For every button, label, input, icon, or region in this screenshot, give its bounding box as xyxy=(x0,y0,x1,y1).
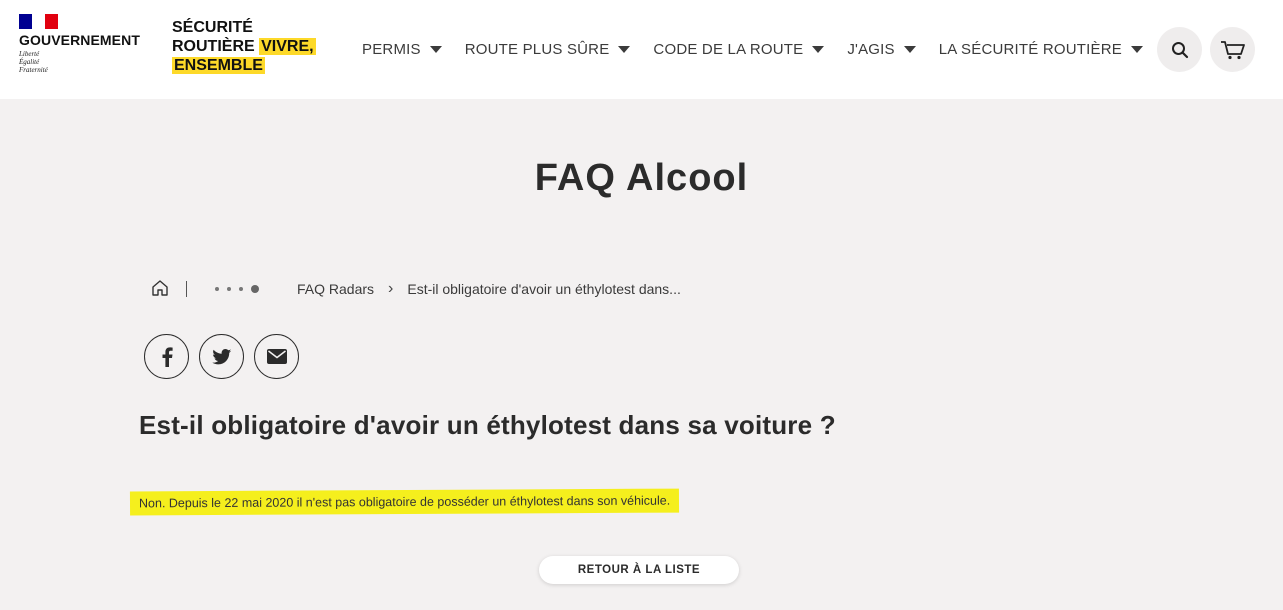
cart-button[interactable] xyxy=(1210,27,1255,72)
chevron-right-icon: › xyxy=(388,280,394,297)
cart-icon xyxy=(1220,40,1245,59)
nav-j-agis[interactable]: J'AGIS xyxy=(847,37,916,61)
government-name: GOUVERNEMENT xyxy=(19,32,140,48)
caret-down-icon xyxy=(812,45,825,53)
caret-down-icon xyxy=(903,45,916,53)
breadcrumb-separator xyxy=(186,281,187,297)
facebook-icon xyxy=(162,346,173,367)
home-icon xyxy=(152,279,168,296)
share-facebook-button[interactable] xyxy=(144,334,189,379)
main-nav: PERMIS ROUTE PLUS SÛRE CODE DE LA ROUTE … xyxy=(362,37,1166,61)
securite-routiere-logo[interactable]: SÉCURITÉ ROUTIÈRE VIVRE, ENSEMBLE xyxy=(172,18,316,75)
breadcrumb: FAQ Radars › Est-il obligatoire d'avoir … xyxy=(151,278,681,300)
caret-down-icon xyxy=(429,45,442,53)
back-to-list-button[interactable]: RETOUR À LA LISTE xyxy=(539,556,739,584)
nav-code-de-la-route[interactable]: CODE DE LA ROUTE xyxy=(653,37,825,61)
site-header: GOUVERNEMENT Liberté Égalité Fraternité … xyxy=(0,0,1283,99)
nav-route-plus-sure[interactable]: ROUTE PLUS SÛRE xyxy=(465,37,631,61)
share-twitter-button[interactable] xyxy=(199,334,244,379)
french-flag xyxy=(19,14,58,29)
caret-down-icon xyxy=(618,45,631,53)
breadcrumb-current: Est-il obligatoire d'avoir un éthylotest… xyxy=(407,281,681,297)
nav-securite-routiere[interactable]: LA SÉCURITÉ ROUTIÈRE xyxy=(939,37,1143,61)
share-buttons xyxy=(144,334,309,379)
search-icon xyxy=(1171,41,1188,58)
page-title: FAQ Alcool xyxy=(534,157,749,199)
government-motto: Liberté Égalité Fraternité xyxy=(19,50,48,74)
caret-down-icon xyxy=(1130,45,1143,53)
government-logo[interactable]: GOUVERNEMENT Liberté Égalité Fraternité xyxy=(19,14,154,74)
mail-icon xyxy=(266,349,287,364)
question-heading: Est-il obligatoire d'avoir un éthylotest… xyxy=(139,410,836,440)
share-mail-button[interactable] xyxy=(254,334,299,379)
answer-text: Non. Depuis le 22 mai 2020 il n'est pas … xyxy=(129,488,680,516)
breadcrumb-ellipsis[interactable] xyxy=(215,285,259,293)
breadcrumb-home[interactable] xyxy=(151,279,169,300)
search-button[interactable] xyxy=(1157,27,1202,72)
nav-permis[interactable]: PERMIS xyxy=(362,37,442,61)
breadcrumb-faq-radars[interactable]: FAQ Radars xyxy=(297,281,374,297)
twitter-icon xyxy=(211,348,231,364)
